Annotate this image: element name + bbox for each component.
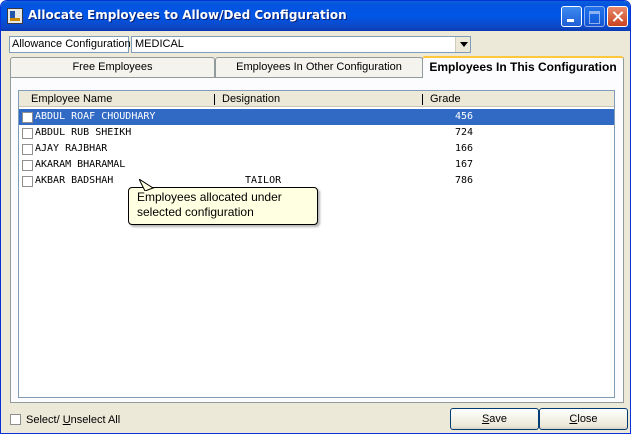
row-checkbox[interactable] (22, 112, 33, 123)
employee-list[interactable]: Employee Name Designation Grade ABDUL RO… (18, 90, 615, 398)
select-unselect-all-checkbox[interactable]: Select/ Unselect All (10, 414, 120, 426)
tooltip: Employees allocated under selected confi… (128, 187, 318, 225)
allowance-configuration-dropdown[interactable]: MEDICAL (131, 36, 471, 53)
row-checkbox[interactable] (22, 176, 33, 187)
table-row[interactable]: AKBAR BADSHAH TAILOR 786 (19, 173, 614, 189)
row-checkbox[interactable] (22, 160, 33, 171)
close-label: lose (577, 413, 598, 425)
tab-employees-other-configuration[interactable]: Employees In Other Configuration (215, 57, 423, 77)
minimize-button[interactable] (561, 6, 582, 27)
tooltip-pointer (139, 179, 155, 191)
employee-name: AJAY RAJBHAR (35, 143, 108, 154)
table-row[interactable]: AJAY RAJBHAR 166 (19, 141, 614, 157)
employee-name: AKBAR BADSHAH (35, 175, 114, 186)
table-row[interactable]: ABDUL ROAF CHOUDHARY 456 (19, 109, 614, 125)
title-bar[interactable]: Allocate Employees to Allow/Ded Configur… (1, 1, 630, 31)
grade: 724 (455, 127, 474, 138)
row-checkbox[interactable] (22, 144, 33, 155)
grade: 166 (455, 143, 474, 154)
allowance-configuration-label: Allowance Configuration (9, 36, 131, 53)
table-row[interactable]: AKARAM BHARAMAL 167 (19, 157, 614, 173)
app-icon[interactable] (7, 8, 23, 24)
window-title: Allocate Employees to Allow/Ded Configur… (28, 8, 347, 22)
column-header-grade[interactable]: Grade (430, 93, 461, 105)
table-row[interactable]: ABDUL RUB SHEIKH 724 (19, 125, 614, 141)
tab-employees-this-configuration[interactable]: Employees In This Configuration (422, 56, 624, 78)
column-header-designation[interactable]: Designation (222, 93, 280, 105)
maximize-button[interactable] (584, 6, 605, 27)
row-checkbox[interactable] (22, 128, 33, 139)
select-all-label-suffix: nselect All (70, 414, 121, 426)
checkbox-box[interactable] (10, 414, 21, 425)
dialog-window: Allocate Employees to Allow/Ded Configur… (0, 0, 631, 434)
select-all-accelerator: U (62, 414, 71, 426)
save-label: ave (489, 413, 508, 425)
employee-name: ABDUL ROAF CHOUDHARY (35, 111, 156, 122)
designation: TAILOR (245, 175, 282, 186)
column-divider[interactable] (422, 94, 423, 105)
save-button[interactable]: Save (450, 408, 539, 430)
column-header-employee-name[interactable]: Employee Name (31, 93, 112, 105)
allowance-configuration-value: MEDICAL (135, 38, 184, 50)
grade: 167 (455, 159, 474, 170)
column-divider[interactable] (214, 94, 215, 105)
employee-name: AKARAM BHARAMAL (35, 159, 126, 170)
grade: 456 (455, 111, 474, 122)
tab-free-employees[interactable]: Free Employees (10, 57, 215, 77)
list-header: Employee Name Designation Grade (19, 91, 614, 107)
select-all-label-prefix: Select/ (26, 414, 63, 426)
employee-name: ABDUL RUB SHEIKH (35, 127, 132, 138)
close-window-button[interactable] (607, 6, 628, 27)
close-button[interactable]: Close (539, 408, 628, 430)
chevron-down-icon[interactable] (455, 37, 470, 52)
grade: 786 (455, 175, 474, 186)
